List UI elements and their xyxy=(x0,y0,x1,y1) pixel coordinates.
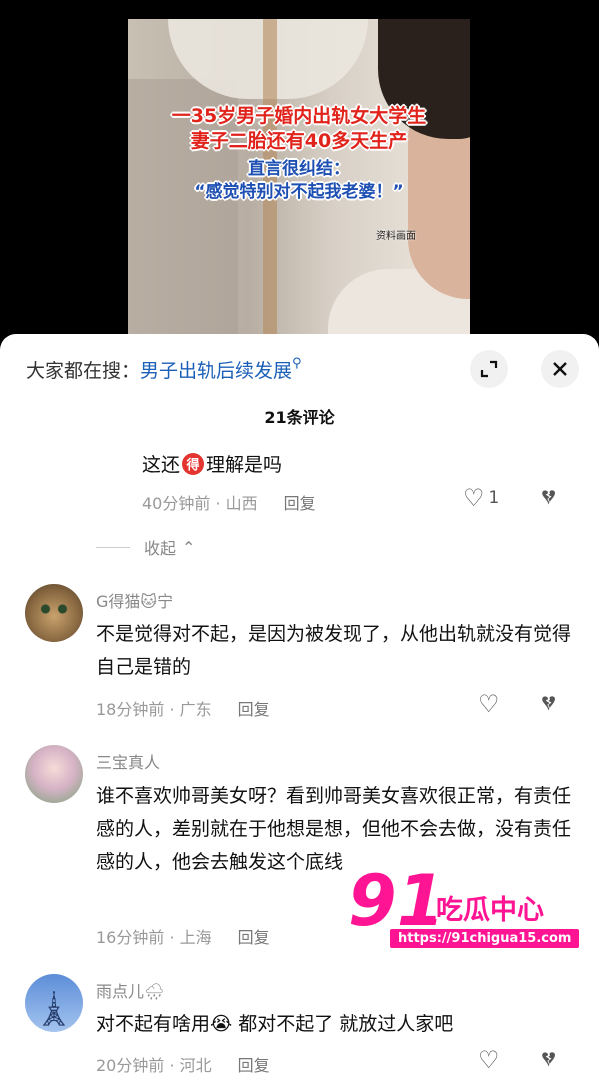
comment-like-button[interactable]: ♡ xyxy=(478,690,500,718)
search-suggestion[interactable]: 大家都在搜：男子出轨后续发展⚲ xyxy=(26,356,302,383)
comment-dislike-button[interactable]: 💔︎ xyxy=(542,1047,555,1072)
reply-text-before: 这还 xyxy=(142,454,181,476)
watermark-url: https://91chigua15.com xyxy=(390,929,580,948)
comment-time: 18分钟前 · 广东 xyxy=(96,700,212,719)
comment-text: 谁不喜欢帅哥美女呀？看到帅哥美女喜欢很正常，有责任感的人，差别就在于他想是想，但… xyxy=(96,785,572,873)
reply-button[interactable]: 回复 xyxy=(284,494,316,513)
collapse-replies-button[interactable]: 收起 ⌃ xyxy=(96,535,195,559)
video-caption-line2: 妻子二胎还有40多天生产 xyxy=(190,130,408,152)
comment-dislike-button[interactable]: 💔︎ xyxy=(542,691,555,716)
comment-text: 不是觉得对不起，是因为被发现了，从他出轨就没有觉得自己是错的 xyxy=(96,623,572,678)
reply-text-after: 理解是吗 xyxy=(206,454,283,476)
video-source-label: 资料画面 xyxy=(376,231,416,242)
comment-sheet: 大家都在搜：男子出轨后续发展⚲ 21条评论 这还 得 理解是吗 40分钟前 · … xyxy=(0,334,599,1080)
video-frame[interactable]: 一35岁男子婚内出轨女大学生 妻子二胎还有40多天生产 直言很纠结： “感觉特别… xyxy=(128,19,470,335)
reply-dislike-button[interactable]: 💔︎ xyxy=(542,485,555,510)
divider xyxy=(96,546,130,548)
comment-like-button[interactable]: ♡ xyxy=(478,1046,500,1074)
video-caption-line4: “感觉特别对不起我老婆！” xyxy=(194,182,404,202)
broken-heart-icon: 💔︎ xyxy=(542,485,556,510)
avatar[interactable] xyxy=(25,745,83,803)
broken-heart-icon: 💔︎ xyxy=(542,1047,556,1072)
expand-button[interactable] xyxy=(470,350,508,388)
reply-button[interactable]: 回复 xyxy=(238,1056,270,1075)
heart-icon: ♡ xyxy=(478,690,500,718)
reply-text: 这还 得 理解是吗 xyxy=(142,450,282,477)
watermark-logo-number: 91 xyxy=(348,860,446,942)
avatar[interactable] xyxy=(25,584,83,642)
close-icon xyxy=(553,362,567,376)
comment-time: 16分钟前 · 上海 xyxy=(96,928,212,947)
reply-meta: 40分钟前 · 山西 回复 xyxy=(142,490,316,514)
comment-text: 对不起有啥用😭 都对不起了 就放过人家吧 xyxy=(96,1013,454,1035)
comment-time: 20分钟前 · 河北 xyxy=(96,1056,212,1075)
comment-username[interactable]: G得猫🐱宁 xyxy=(96,588,173,612)
reply-button[interactable]: 回复 xyxy=(238,700,270,719)
collapse-label: 收起 xyxy=(144,539,177,558)
broken-heart-icon: 💔︎ xyxy=(542,691,556,716)
search-prefix: 大家都在搜： xyxy=(26,360,141,382)
expand-icon xyxy=(480,360,498,378)
reply-button[interactable]: 回复 xyxy=(238,928,270,947)
reply-like-button[interactable]: ♡ 1 xyxy=(463,484,499,512)
heart-icon: ♡ xyxy=(478,1046,500,1074)
avatar[interactable]: 🗼︎ xyxy=(25,974,83,1032)
search-icon: ⚲ xyxy=(292,356,302,371)
eiffel-tower-icon: 🗼︎ xyxy=(32,989,76,1029)
video-caption-line1: 一35岁男子婚内出轨女大学生 xyxy=(171,105,427,127)
comment-meta: 16分钟前 · 上海 回复 xyxy=(96,924,270,948)
search-term[interactable]: 男子出轨后续发展 xyxy=(140,360,292,382)
close-button[interactable] xyxy=(541,350,579,388)
reply-like-count: 1 xyxy=(488,488,500,508)
comment-meta: 18分钟前 · 广东 回复 xyxy=(96,696,270,720)
comment-count: 21条评论 xyxy=(264,408,335,427)
heart-icon: ♡ xyxy=(463,484,485,512)
comment-meta: 20分钟前 · 河北 回复 xyxy=(96,1052,270,1076)
chevron-up-icon: ⌃ xyxy=(182,537,196,557)
reply-time: 40分钟前 · 山西 xyxy=(142,494,258,513)
site-watermark: 91 吃瓜中心 https://91chigua15.com xyxy=(348,866,586,962)
watermark-logo-text: 吃瓜中心 xyxy=(436,895,544,926)
comment-username[interactable]: 三宝真人 xyxy=(96,749,160,773)
reply-badge: 得 xyxy=(182,452,205,475)
comment-username[interactable]: 雨点儿🌧 xyxy=(96,978,164,1002)
video-caption-line3: 直言很纠结： xyxy=(248,159,350,179)
